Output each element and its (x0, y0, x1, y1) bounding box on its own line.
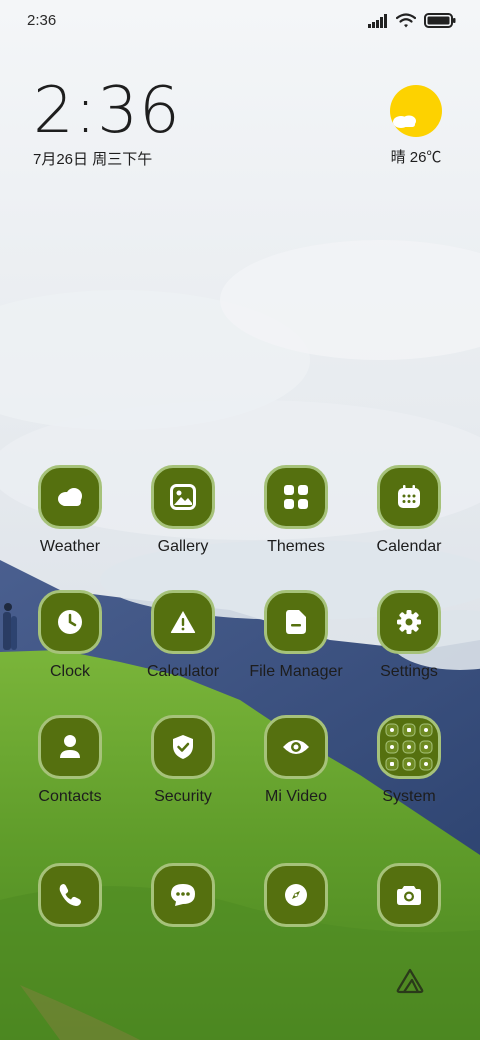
app-label: Security (154, 788, 212, 805)
weather-icon (38, 465, 102, 529)
clock-widget-time: 2:36 (33, 74, 181, 148)
clock-widget[interactable]: 2:36 7月26日 周三下午 (33, 76, 181, 169)
clock-icon (38, 590, 102, 654)
app-calculator[interactable]: Calculator (127, 590, 239, 681)
status-bar: 2:36 (0, 0, 480, 42)
wifi-icon (396, 13, 416, 28)
app-clock[interactable]: Clock (14, 590, 126, 681)
dock-browser[interactable] (240, 863, 352, 927)
app-gallery[interactable]: Gallery (127, 465, 239, 556)
app-label: Gallery (157, 538, 209, 555)
app-label: Mi Video (265, 788, 327, 805)
app-mi-video[interactable]: Mi Video (240, 715, 352, 806)
app-settings[interactable]: Settings (353, 590, 465, 681)
app-system-folder[interactable]: System (353, 715, 465, 806)
battery-icon (424, 13, 456, 28)
messages-icon (151, 863, 215, 927)
app-label: Clock (49, 663, 90, 680)
calendar-icon (377, 465, 441, 529)
sunny-weather-icon (390, 85, 442, 137)
browser-icon (264, 863, 328, 927)
app-label: Contacts (38, 788, 102, 805)
app-themes[interactable]: Themes (240, 465, 352, 556)
app-label: System (382, 788, 436, 805)
dock-phone[interactable] (14, 863, 126, 927)
app-label: Settings (380, 663, 438, 680)
clock-widget-date: 7月26日 周三下午 (33, 151, 153, 168)
app-label: Weather (39, 538, 101, 555)
system-folder-icon (377, 715, 441, 779)
gallery-icon (151, 465, 215, 529)
status-icons (368, 13, 456, 28)
app-label: Calendar (376, 538, 442, 555)
themes-icon (264, 465, 328, 529)
security-icon (151, 715, 215, 779)
mi-video-icon (264, 715, 328, 779)
phone-icon (38, 863, 102, 927)
status-time: 2:36 (27, 12, 57, 29)
contacts-icon (38, 715, 102, 779)
app-weather[interactable]: Weather (14, 465, 126, 556)
wallpaper-carousel-icon[interactable] (396, 968, 424, 999)
settings-icon (377, 590, 441, 654)
app-security[interactable]: Security (127, 715, 239, 806)
dock-camera[interactable] (353, 863, 465, 927)
app-file-manager[interactable]: File Manager (240, 590, 352, 681)
signal-icon (368, 13, 387, 28)
app-contacts[interactable]: Contacts (14, 715, 126, 806)
weather-widget[interactable]: 晴 26℃ (386, 84, 446, 167)
file-manager-icon (264, 590, 328, 654)
app-label: Themes (267, 538, 325, 555)
dock-messages[interactable] (127, 863, 239, 927)
calculator-icon (151, 590, 215, 654)
weather-summary: 晴 26℃ (390, 149, 442, 166)
app-label: Calculator (146, 663, 220, 680)
camera-icon (377, 863, 441, 927)
app-label: File Manager (249, 663, 343, 680)
app-calendar[interactable]: Calendar (353, 465, 465, 556)
